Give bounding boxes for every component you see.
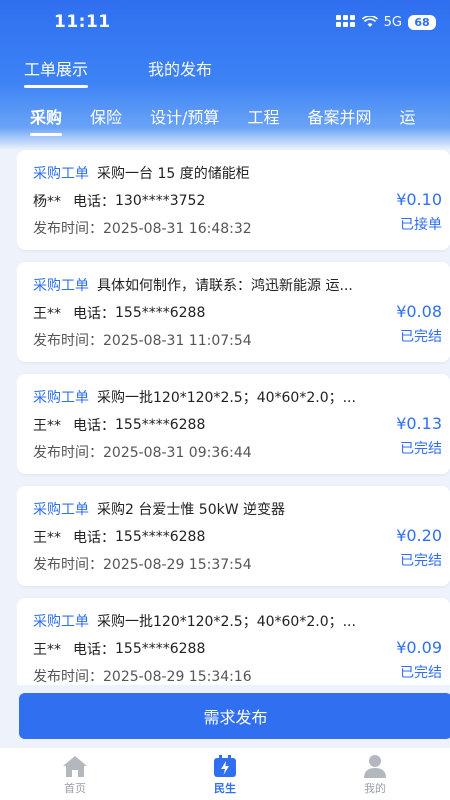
nav-profile-label: 我的 (364, 781, 386, 795)
publish-time-label: 发布时间： (33, 557, 103, 573)
category-tab-engineering[interactable]: 工程 (247, 104, 279, 136)
nav-home-label: 首页 (64, 781, 86, 795)
tab-my-posts[interactable]: 我的发布 (148, 56, 212, 88)
publish-time: 2025-08-31 16:48:32 (103, 221, 252, 237)
category-tab-grid-filing[interactable]: 备案并网 (307, 104, 371, 136)
order-price: ¥0.09 (396, 638, 442, 657)
customer-name: 王** (33, 530, 61, 546)
publish-time: 2025-08-29 15:34:16 (103, 669, 252, 685)
phone-label: 电话： (73, 530, 115, 546)
category-tab-design[interactable]: 设计/预算 (150, 104, 219, 136)
publish-request-button[interactable]: 需求发布 (19, 693, 450, 739)
top-tabs: 工单展示 我的发布 (24, 56, 212, 88)
customer-name: 王** (33, 418, 61, 434)
publish-time: 2025-08-31 09:36:44 (103, 445, 252, 461)
order-price: ¥0.13 (396, 414, 442, 433)
phone-label: 电话： (73, 194, 115, 210)
order-card[interactable]: 采购工单 采购一批120*120*2.5；40*60*2.0；... 王** 电话：… (17, 374, 450, 474)
order-card[interactable]: 采购工单 采购一台 15 度的储能柜 杨** 电话： 130****3752 发布时间… (17, 150, 450, 250)
order-list: 采购工单 采购一台 15 度的储能柜 杨** 电话： 130****3752 发布时间… (17, 150, 450, 685)
phone-number: 155****6288 (115, 417, 206, 433)
publish-time-label: 发布时间： (33, 333, 103, 349)
status-indicators: 5G 68 (335, 14, 436, 30)
order-card[interactable]: 采购工单 采购2 台爱士惟 50kW 逆变器 王** 电话： 155****6288 … (17, 486, 450, 586)
order-card[interactable]: 采购工单 采购一批120*120*2.5；40*60*2.0；... 王** 电话：… (17, 598, 450, 685)
phone-number: 155****6288 (115, 305, 206, 321)
category-tab-operation[interactable]: 运 (399, 104, 415, 136)
network-type: 5G (383, 14, 402, 30)
tab-work-orders[interactable]: 工单展示 (24, 56, 89, 88)
nav-livelihood-label: 民生 (214, 781, 236, 795)
order-status: 已完结 (400, 665, 442, 681)
customer-name: 王** (33, 642, 61, 658)
signal-icon (335, 15, 356, 29)
order-status: 已完结 (400, 329, 442, 345)
publish-time: 2025-08-31 11:07:54 (103, 333, 252, 349)
publish-time-label: 发布时间： (33, 221, 103, 237)
order-status: 已完结 (400, 441, 442, 457)
wifi-icon (361, 16, 378, 27)
profile-icon (364, 754, 386, 778)
home-icon (63, 755, 87, 777)
phone-number: 130****3752 (115, 193, 206, 209)
category-tabs: 采购 保险 设计/预算 工程 备案并网 运 (30, 104, 450, 136)
order-status: 已完结 (400, 553, 442, 569)
phone-label: 电话： (73, 306, 115, 322)
customer-name: 杨** (33, 194, 61, 210)
nav-home[interactable]: 首页 (35, 753, 115, 796)
order-title: 采购一台 15 度的储能柜 (97, 166, 250, 182)
category-tab-purchase[interactable]: 采购 (30, 104, 63, 136)
order-price: ¥0.08 (396, 302, 442, 321)
order-tag: 采购工单 (33, 614, 89, 630)
phone-number: 155****6288 (115, 529, 206, 545)
nav-profile[interactable]: 我的 (335, 753, 415, 796)
order-tag: 采购工单 (33, 278, 89, 294)
phone-label: 电话： (73, 642, 115, 658)
order-title: 具体如何制作，请联系：鸿迅新能源 运... (97, 278, 353, 294)
nav-livelihood[interactable]: 民生 (185, 753, 265, 796)
status-time: 11:11 (54, 12, 111, 32)
status-bar: 11:11 5G 68 (0, 0, 450, 44)
publish-time-label: 发布时间： (33, 445, 103, 461)
phone-label: 电话： (73, 418, 115, 434)
order-title: 采购2 台爱士惟 50kW 逆变器 (97, 502, 286, 518)
order-title: 采购一批120*120*2.5；40*60*2.0；... (97, 614, 356, 630)
publish-time: 2025-08-29 15:37:54 (103, 557, 252, 573)
order-status: 已接单 (400, 217, 442, 233)
phone-number: 155****6288 (115, 641, 206, 657)
order-price: ¥0.20 (396, 526, 442, 545)
order-title: 采购一批120*120*2.5；40*60*2.0；... (97, 390, 356, 406)
bottom-nav: 首页 民生 我的 (0, 748, 450, 800)
order-tag: 采购工单 (33, 390, 89, 406)
category-tab-insurance[interactable]: 保险 (90, 104, 122, 136)
order-price: ¥0.10 (396, 190, 442, 209)
livelihood-icon (214, 754, 236, 777)
publish-time-label: 发布时间： (33, 669, 103, 685)
order-tag: 采购工单 (33, 502, 89, 518)
customer-name: 王** (33, 306, 61, 322)
order-tag: 采购工单 (33, 166, 89, 182)
order-card[interactable]: 采购工单 具体如何制作，请联系：鸿迅新能源 运... 王** 电话： 155****6… (17, 262, 450, 362)
battery-indicator: 68 (408, 14, 436, 30)
